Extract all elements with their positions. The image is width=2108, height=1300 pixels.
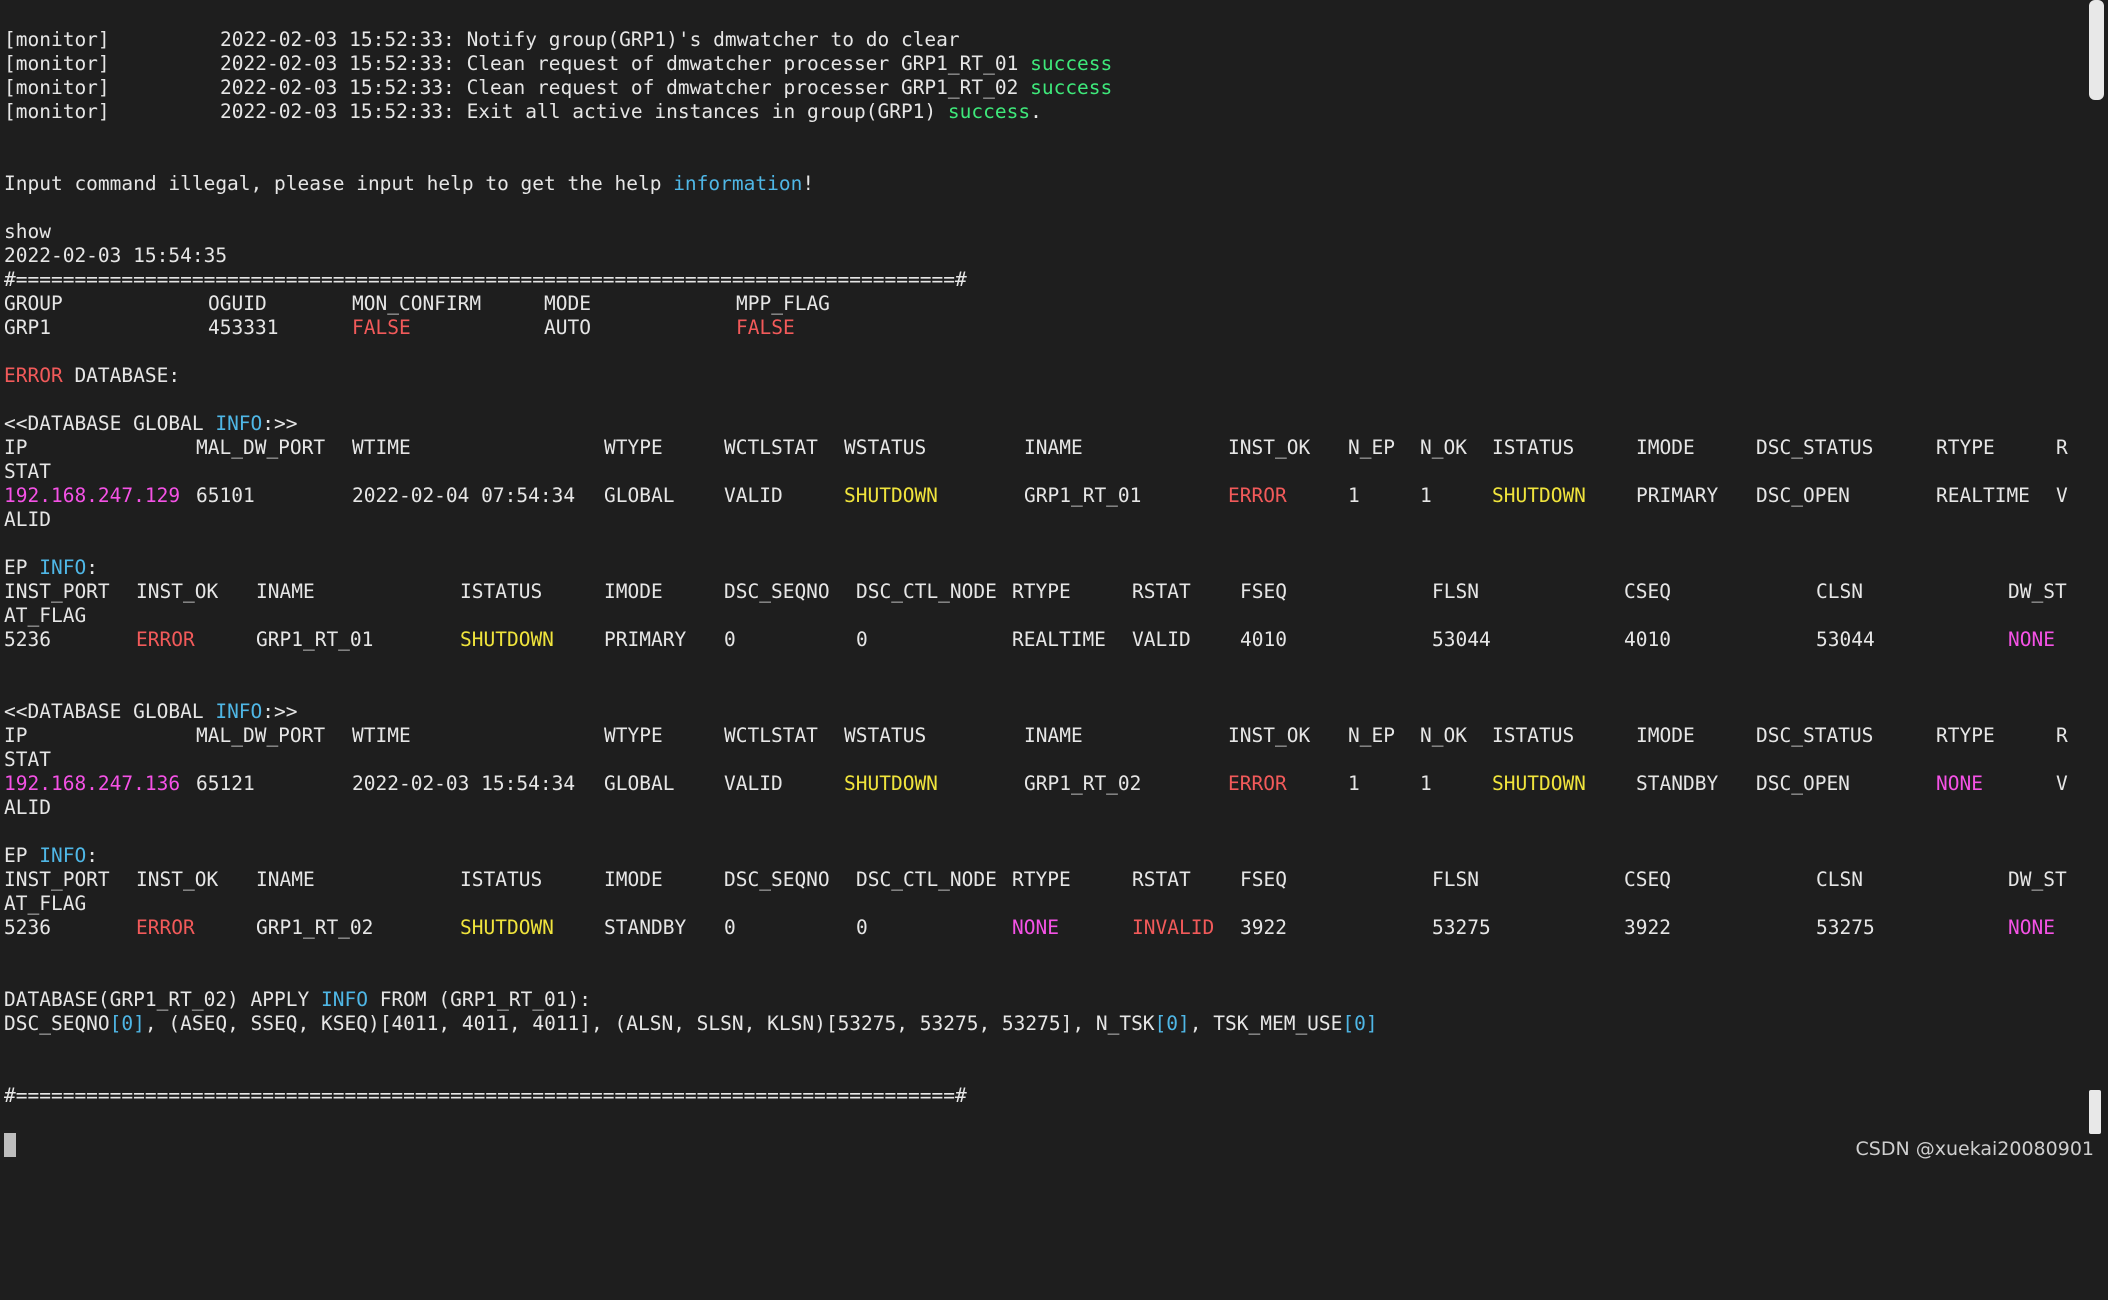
scrollbar-thumb-top[interactable]: [2089, 0, 2104, 100]
command-text: show: [4, 220, 51, 243]
monitor-line: [monitor] 2022-02-03 15:52:33: Exit all a…: [4, 100, 2084, 124]
database-header-wrap: STAT: [4, 748, 51, 771]
ep-info-label: EP INFO:: [4, 844, 98, 867]
separator-line: #=======================================…: [4, 268, 967, 291]
scrollbar-thumb-bottom[interactable]: [2089, 1090, 2101, 1134]
monitor-tag: [monitor]: [4, 52, 110, 75]
error-database-label: ERROR DATABASE:: [4, 364, 181, 387]
monitor-line: [monitor] 2022-02-03 15:52:33: Clean requ…: [4, 52, 2084, 76]
terminal-output[interactable]: [monitor] 2022-02-03 15:52:33: Notify gro…: [4, 28, 2084, 1108]
group-header-row: GROUP OGUID MON_CONFIRM MODE MPP_FLAG: [4, 292, 830, 315]
apply-info-values: DSC_SEQNO[0], (ASEQ, SSEQ, KSEQ)[4011, 4…: [4, 1012, 1378, 1035]
ep-row: 5236 ERROR GRP1_RT_01 SHUTDOWN PRIMARY 0…: [4, 628, 2055, 651]
success-text: success: [947, 100, 1031, 123]
ep-header-wrap: AT_FLAG: [4, 604, 87, 627]
separator-line: #=======================================…: [4, 1084, 967, 1107]
success-text: success: [1030, 76, 1113, 99]
timestamp-text: 2022-02-03 15:54:35: [4, 244, 228, 267]
database-row: 192.168.247.129 65101 2022-02-04 07:54:3…: [4, 484, 2068, 507]
database-global-info-label: <<DATABASE GLOBAL INFO:>>: [4, 412, 298, 435]
database-global-info-label: <<DATABASE GLOBAL INFO:>>: [4, 700, 298, 723]
database-row-wrap: ALID: [4, 796, 51, 819]
database-row: 192.168.247.136 65121 2022-02-03 15:54:3…: [4, 772, 2068, 795]
ep-info-label: EP INFO:: [4, 556, 98, 579]
monitor-tag: [monitor]: [4, 76, 110, 99]
ep-row: 5236 ERROR GRP1_RT_02 SHUTDOWN STANDBY 0…: [4, 916, 2055, 939]
monitor-tag: [monitor]: [4, 28, 110, 51]
monitor-text: 2022-02-03 15:52:33: Notify group(GRP1)'…: [220, 28, 960, 51]
monitor-text: 2022-02-03 15:52:33: Clean request of dm…: [220, 52, 1113, 75]
database-row-wrap: ALID: [4, 508, 51, 531]
ep-header-row: INST_PORT INST_OK INAME ISTATUS IMODE DS…: [4, 580, 2067, 603]
success-text: success: [1030, 52, 1113, 75]
watermark-text: CSDN @xuekai20080901: [1855, 1138, 2094, 1160]
database-header-row: IP MAL_DW_PORT WTIME WTYPE WCTLSTAT WSTA…: [4, 436, 2068, 459]
apply-info-label: DATABASE(GRP1_RT_02) APPLY INFO FROM (GR…: [4, 988, 592, 1011]
monitor-line: [monitor] 2022-02-03 15:52:33: Clean requ…: [4, 76, 2084, 100]
terminal-cursor: [4, 1133, 16, 1157]
group-value-row: GRP1 453331 FALSE AUTO FALSE: [4, 316, 795, 339]
database-header-wrap: STAT: [4, 460, 51, 483]
monitor-line: [monitor] 2022-02-03 15:52:33: Notify gro…: [4, 28, 2084, 52]
ep-header-row: INST_PORT INST_OK INAME ISTATUS IMODE DS…: [4, 868, 2067, 891]
monitor-tag: [monitor]: [4, 100, 110, 123]
illegal-command-message: Input command illegal, please input help…: [4, 172, 815, 195]
ep-header-wrap: AT_FLAG: [4, 892, 87, 915]
database-header-row: IP MAL_DW_PORT WTIME WTYPE WCTLSTAT WSTA…: [4, 724, 2068, 747]
monitor-text: 2022-02-03 15:52:33: Exit all active ins…: [220, 100, 1042, 123]
monitor-text: 2022-02-03 15:52:33: Clean request of dm…: [220, 76, 1113, 99]
